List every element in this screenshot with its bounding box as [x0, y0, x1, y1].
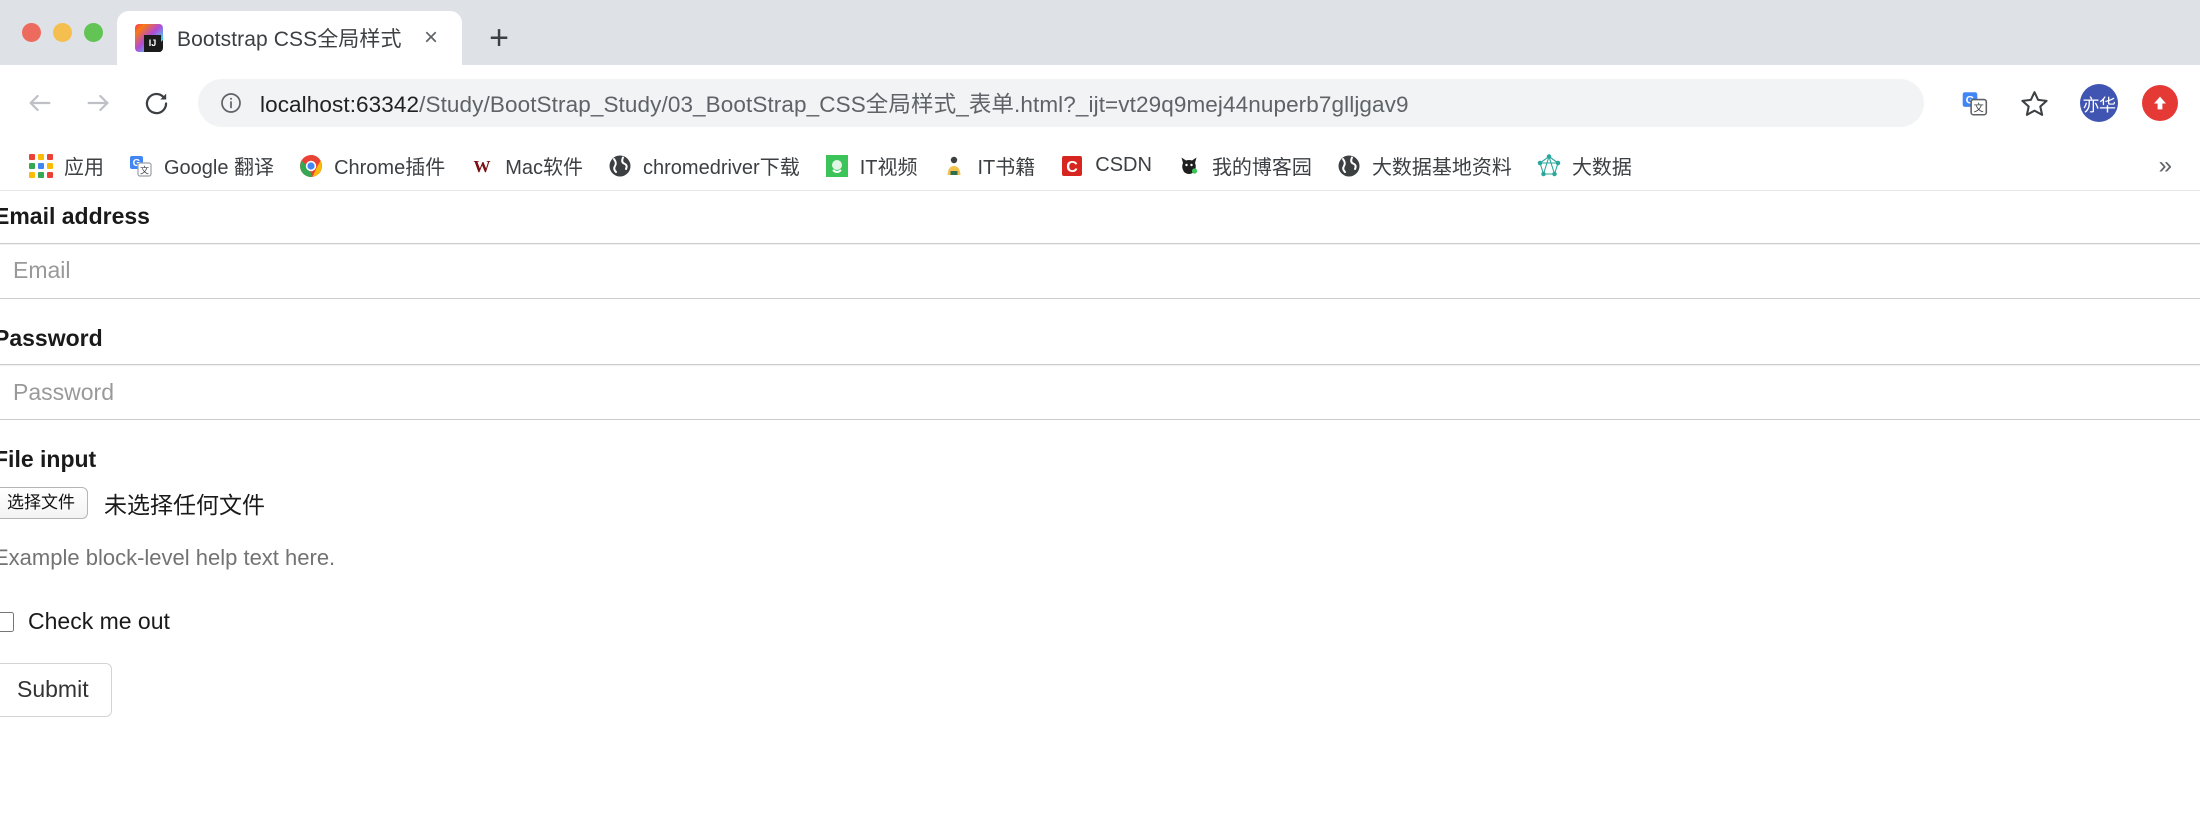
apps-grid-icon — [28, 153, 54, 179]
bookmark-label: CSDN — [1095, 154, 1152, 176]
password-form-group: Password — [0, 325, 2200, 421]
page-viewport: Email address Password File input 选择文件 未… — [0, 191, 2200, 836]
tab-title: Bootstrap CSS全局样式 — [177, 28, 402, 51]
bookmark-button[interactable] — [2010, 79, 2058, 127]
browser-tab[interactable]: Bootstrap CSS全局样式 × — [117, 11, 462, 65]
file-input-label: File input — [0, 446, 97, 473]
password-input[interactable] — [0, 364, 2200, 421]
minimize-window-button[interactable] — [53, 23, 72, 42]
bookmark-item-cnblogs[interactable]: 我的博客园 — [1164, 145, 1324, 186]
arrow-left-icon — [29, 94, 51, 112]
email-input[interactable] — [0, 242, 2200, 299]
new-tab-button[interactable]: + — [476, 15, 522, 61]
url-text: localhost:63342/Study/BootStrap_Study/03… — [260, 87, 1409, 119]
file-input-row: 选择文件 未选择任何文件 — [0, 486, 2200, 520]
window-controls — [14, 0, 117, 65]
password-label: Password — [0, 324, 103, 351]
bookmark-label: 应用 — [64, 157, 104, 179]
bookmarks-overflow-button[interactable]: » — [2149, 148, 2182, 184]
file-status-text: 未选择任何文件 — [104, 491, 265, 518]
translate-button[interactable]: G 文 — [1950, 79, 1998, 127]
close-window-button[interactable] — [22, 23, 41, 42]
svg-text:C: C — [1066, 159, 1078, 176]
w-letter-icon: W — [469, 153, 495, 179]
arrow-right-icon — [87, 94, 109, 112]
svg-text:文: 文 — [1973, 101, 1983, 114]
bookmark-item-bigdata-base[interactable]: 大数据基地资料 — [1324, 145, 1524, 186]
bookmark-label: chromedriver下载 — [643, 157, 800, 179]
reload-button[interactable] — [130, 77, 182, 129]
maximize-window-button[interactable] — [84, 23, 103, 42]
svg-text:W: W — [474, 157, 491, 176]
avatar[interactable]: 亦华 — [2080, 84, 2118, 122]
green-square-icon — [824, 153, 850, 179]
csdn-icon: C — [1059, 153, 1085, 179]
reload-icon — [145, 92, 167, 114]
info-circle-icon[interactable] — [218, 90, 244, 116]
checkbox-row: Check me out — [0, 608, 2200, 635]
back-button[interactable] — [14, 77, 66, 129]
url-host: localhost:63342 — [260, 92, 420, 117]
bookmark-item-it-books[interactable]: IT书籍 — [929, 145, 1047, 186]
bookmarks-bar: 应用 G 文 Google 翻译 Chrome插件 W Mac软件 chrome… — [0, 141, 2200, 191]
tab-strip: Bootstrap CSS全局样式 × + — [0, 0, 2200, 65]
submit-button[interactable]: Submit — [0, 663, 112, 717]
bookmark-item-csdn[interactable]: C CSDN — [1047, 147, 1164, 185]
globe-icon — [1336, 153, 1362, 179]
bookmark-label: IT书籍 — [977, 157, 1036, 179]
bookmark-label: Chrome插件 — [334, 157, 446, 179]
svg-text:文: 文 — [140, 164, 149, 175]
bookmark-item-google-translate[interactable]: G 文 Google 翻译 — [116, 145, 286, 186]
bookmark-item-chromedriver[interactable]: chromedriver下载 — [595, 145, 812, 186]
forward-button[interactable] — [72, 77, 124, 129]
bookmark-label: IT视频 — [859, 157, 918, 179]
bookmark-label: Mac软件 — [505, 157, 583, 179]
help-text: Example block-level help text here. — [0, 544, 336, 570]
google-translate-icon: G 文 — [128, 153, 154, 179]
email-form-group: Email address — [0, 203, 2200, 299]
person-icon — [941, 153, 967, 179]
browser-toolbar: localhost:63342/Study/BootStrap_Study/03… — [0, 65, 2200, 141]
url-path: /Study/BootStrap_Study/03_BootStrap_CSS全… — [419, 92, 1409, 117]
bootstrap-form: Email address Password File input 选择文件 未… — [0, 191, 2200, 717]
bookmark-label: Google 翻译 — [164, 157, 275, 179]
address-bar[interactable]: localhost:63342/Study/BootStrap_Study/03… — [198, 79, 1924, 127]
globe-icon — [607, 153, 633, 179]
cat-icon — [1176, 153, 1202, 179]
bookmark-label: 我的博客园 — [1211, 157, 1312, 179]
update-arrow-icon — [2154, 96, 2166, 110]
bookmark-item-bigdata[interactable]: 大数据 — [1524, 145, 1644, 186]
bookmark-label: 大数据 — [1571, 157, 1632, 179]
file-form-group: File input 选择文件 未选择任何文件 Example block-le… — [0, 446, 2200, 572]
update-button[interactable] — [2142, 85, 2178, 121]
choose-file-button[interactable]: 选择文件 — [0, 486, 88, 519]
browser-window: Bootstrap CSS全局样式 × + — [0, 0, 2200, 836]
check-me-out-checkbox[interactable] — [0, 611, 14, 632]
star-icon — [2020, 90, 2048, 116]
chrome-icon — [298, 153, 324, 179]
bookmark-item-apps[interactable]: 应用 — [16, 145, 116, 186]
google-translate-icon: G 文 — [1962, 91, 1987, 116]
bookmark-label: 大数据基地资料 — [1371, 157, 1512, 179]
bookmark-item-mac-software[interactable]: W Mac软件 — [457, 145, 595, 186]
intellij-idea-icon — [135, 24, 163, 52]
bookmark-item-it-video[interactable]: IT视频 — [812, 145, 930, 186]
bookmark-item-chrome-plugins[interactable]: Chrome插件 — [286, 145, 457, 186]
close-icon[interactable]: × — [416, 23, 446, 53]
email-label: Email address — [0, 203, 150, 229]
check-me-out-label[interactable]: Check me out — [28, 608, 170, 635]
network-graph-icon — [1536, 153, 1562, 179]
